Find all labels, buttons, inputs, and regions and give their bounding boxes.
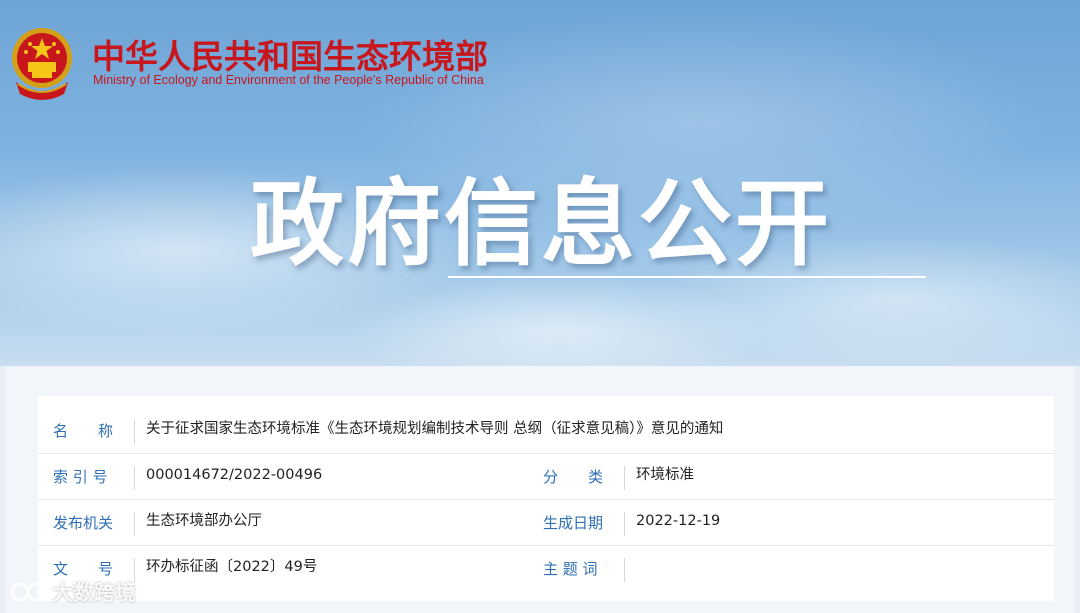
title-underline xyxy=(448,276,926,278)
category-label: 分 类 xyxy=(543,468,604,486)
name-value: 关于征求国家生态环境标准《生态环境规划编制技术导则 总纲（征求意见稿）》意见的通… xyxy=(146,421,724,437)
ministry-name-cn: 中华人民共和国生态环境部 xyxy=(92,37,488,76)
docno-value: 环办标征函〔2022〕49号 xyxy=(146,559,318,575)
keywords-label: 主 题 词 xyxy=(543,560,598,578)
date-label: 生成日期 xyxy=(543,514,604,532)
publisher-label: 发布机关 xyxy=(53,514,114,532)
publisher-value: 生态环境部办公厅 xyxy=(146,513,262,529)
name-label: 名 称 xyxy=(53,422,114,440)
watermark-logo-icon xyxy=(10,582,46,602)
index-label: 索 引 号 xyxy=(53,468,108,486)
info-row-name: 名 称 关于征求国家生态环境标准《生态环境规划编制技术导则 总纲（征求意见稿）》… xyxy=(38,408,1054,454)
divider xyxy=(624,466,625,490)
divider xyxy=(624,558,625,582)
divider xyxy=(134,466,135,490)
index-value: 000014672/2022-00496 xyxy=(146,467,323,483)
date-value: 2022-12-19 xyxy=(636,513,721,529)
divider xyxy=(134,420,135,444)
watermark: 大数跨境 xyxy=(8,577,136,607)
divider xyxy=(134,512,135,536)
info-table: 名 称 关于征求国家生态环境标准《生态环境规划编制技术导则 总纲（征求意见稿）》… xyxy=(38,396,1054,601)
banner-title: 政府信息公开 xyxy=(250,170,833,279)
category-value: 环境标准 xyxy=(636,467,694,483)
content-area: 名 称 关于征求国家生态环境标准《生态环境规划编制技术导则 总纲（征求意见稿）》… xyxy=(5,366,1075,613)
header-banner: 中华人民共和国生态环境部 Ministry of Ecology and Env… xyxy=(0,0,1080,366)
ministry-name-en: Ministry of Ecology and Environment of t… xyxy=(93,73,484,87)
divider xyxy=(624,512,625,536)
info-row-publisher: 发布机关 生态环境部办公厅 生成日期 2022-12-19 xyxy=(38,500,1054,546)
watermark-text: 大数跨境 xyxy=(52,581,136,605)
national-emblem-icon xyxy=(12,28,72,100)
info-row-docno: 文 号 环办标征函〔2022〕49号 主 题 词 xyxy=(38,546,1054,592)
info-row-index: 索 引 号 000014672/2022-00496 分 类 环境标准 xyxy=(38,454,1054,500)
